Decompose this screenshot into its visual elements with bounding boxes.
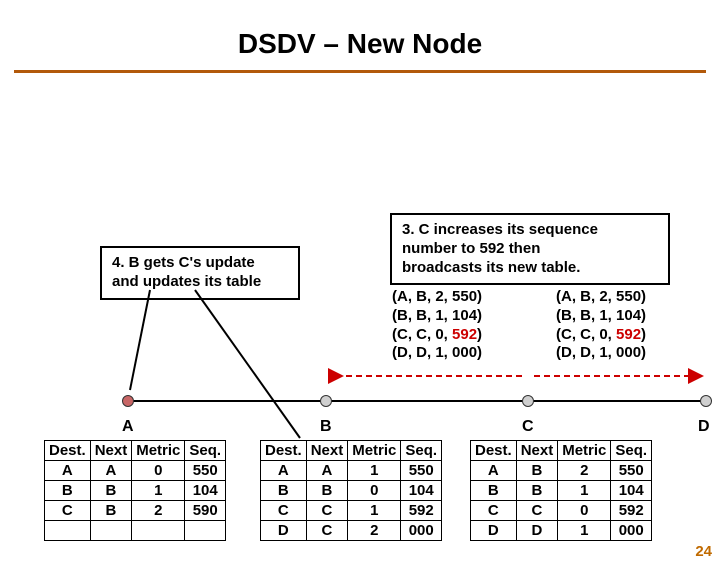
col-next: Next [306, 441, 348, 461]
node-b-label: B [320, 418, 332, 436]
title-rule [14, 70, 706, 73]
callout-step4-line: 4. B gets C's update [112, 254, 288, 273]
table-row: BB1104 [45, 481, 226, 501]
node-a-icon [122, 395, 134, 407]
routing-table-a: Dest. Next Metric Seq. AA0550 BB1104 CB2… [44, 440, 226, 541]
node-c-icon [522, 395, 534, 407]
tuple: (A, B, 2, 550) [556, 288, 646, 307]
table-row: AB2550 [471, 461, 652, 481]
col-dest: Dest. [471, 441, 517, 461]
tuple: (B, B, 1, 104) [392, 307, 482, 326]
table-row: CC1592 [261, 501, 442, 521]
table-row: BB1104 [471, 481, 652, 501]
callout-step3-line: broadcasts its new table. [402, 259, 658, 278]
col-seq: Seq. [185, 441, 226, 461]
slide-title: DSDV – New Node [0, 28, 720, 60]
table-row: AA1550 [261, 461, 442, 481]
node-d-icon [700, 395, 712, 407]
col-dest: Dest. [261, 441, 307, 461]
broadcast-tuples-left: (A, B, 2, 550) (B, B, 1, 104) (C, C, 0, … [392, 288, 482, 363]
table-row: AA0550 [45, 461, 226, 481]
col-metric: Metric [132, 441, 185, 461]
table-row: BB0104 [261, 481, 442, 501]
col-dest: Dest. [45, 441, 91, 461]
tuple: (A, B, 2, 550) [392, 288, 482, 307]
callout-step3-line: number to 592 then [402, 240, 658, 259]
table-row: CC0592 [471, 501, 652, 521]
col-metric: Metric [348, 441, 401, 461]
table-row: DD1000 [471, 521, 652, 541]
tuple: (C, C, 0, 592) [392, 326, 482, 345]
tuple: (B, B, 1, 104) [556, 307, 646, 326]
table-row: DC2000 [261, 521, 442, 541]
col-next: Next [516, 441, 558, 461]
broadcast-tuples-right: (A, B, 2, 550) (B, B, 1, 104) (C, C, 0, … [556, 288, 646, 363]
callout-step3-line: 3. C increases its sequence [402, 221, 658, 240]
col-metric: Metric [558, 441, 611, 461]
callout-step4: 4. B gets C's update and updates its tab… [100, 246, 300, 300]
slide-number: 24 [695, 543, 712, 560]
tuple: (D, D, 1, 000) [556, 344, 646, 363]
tuple: (C, C, 0, 592) [556, 326, 646, 345]
col-next: Next [90, 441, 132, 461]
node-c-label: C [522, 418, 534, 436]
col-seq: Seq. [611, 441, 652, 461]
node-d-label: D [698, 418, 710, 436]
routing-table-b: Dest. Next Metric Seq. AA1550 BB0104 CC1… [260, 440, 442, 541]
callout-step3: 3. C increases its sequence number to 59… [390, 213, 670, 285]
tuple: (D, D, 1, 000) [392, 344, 482, 363]
col-seq: Seq. [401, 441, 442, 461]
callout-step4-line: and updates its table [112, 273, 288, 292]
table-row: CB2590 [45, 501, 226, 521]
table-row [45, 521, 226, 541]
node-a-label: A [122, 418, 134, 436]
routing-table-c: Dest. Next Metric Seq. AB2550 BB1104 CC0… [470, 440, 652, 541]
node-b-icon [320, 395, 332, 407]
